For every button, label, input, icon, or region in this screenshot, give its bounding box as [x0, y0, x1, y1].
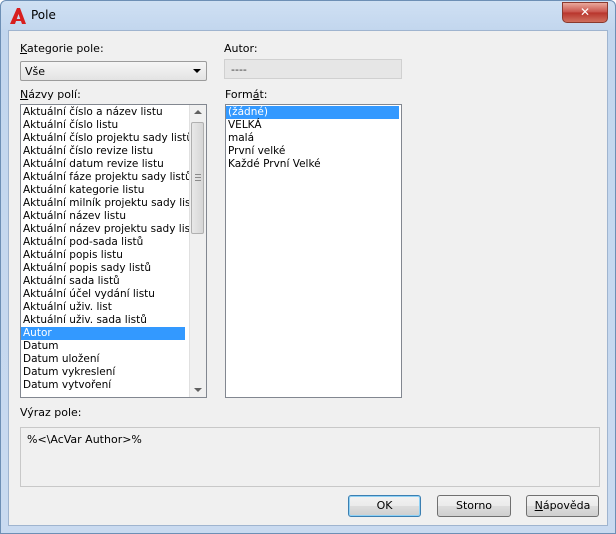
- field-name-list-item[interactable]: Aktuální popis listu: [21, 249, 185, 262]
- field-names-scrollbar[interactable]: [189, 105, 206, 397]
- field-name-list-item[interactable]: Aktuální pod-sada listů: [21, 236, 185, 249]
- field-expression-label: Výraz pole:: [20, 406, 82, 419]
- format-list-item[interactable]: První velké: [226, 145, 399, 158]
- field-name-list-item[interactable]: Datum vytvoření: [21, 379, 185, 392]
- field-name-list-item[interactable]: Datum: [21, 340, 185, 353]
- field-name-list-item[interactable]: Aktuální uživ. list: [21, 301, 185, 314]
- field-name-list-item[interactable]: Aktuální číslo a název listu: [21, 106, 185, 119]
- format-list-item[interactable]: malá: [226, 132, 399, 145]
- field-name-list-item[interactable]: Aktuální uživ. sada listů: [21, 314, 185, 327]
- category-label: Kategorie pole:: [20, 42, 104, 55]
- field-name-list-item[interactable]: Aktuální popis sady listů: [21, 262, 185, 275]
- close-icon: ✕: [579, 5, 591, 19]
- category-dropdown[interactable]: Vše: [20, 61, 207, 81]
- author-label: Autor:: [224, 42, 258, 55]
- field-name-list-item[interactable]: Datum vykreslení: [21, 366, 185, 379]
- format-list-item[interactable]: VELKÁ: [226, 119, 399, 132]
- field-name-list-item[interactable]: Autor: [21, 327, 185, 340]
- field-name-list-item[interactable]: Aktuální milník projektu sady listů: [21, 197, 201, 210]
- field-names-label: Názvy polí:: [20, 88, 81, 101]
- field-name-list-item[interactable]: Aktuální účel vydání listu: [21, 288, 185, 301]
- field-name-list-item[interactable]: Aktuální sada listů: [21, 275, 185, 288]
- format-list-item[interactable]: (žádné): [226, 106, 399, 119]
- scrollbar-thumb[interactable]: [191, 122, 204, 234]
- window-title: Pole: [31, 8, 56, 22]
- autocad-app-icon: [10, 8, 26, 24]
- ok-button[interactable]: OK: [348, 495, 421, 517]
- field-name-list-item[interactable]: Aktuální kategorie listu: [21, 184, 185, 197]
- cancel-button[interactable]: Storno: [437, 495, 511, 517]
- field-name-list-item[interactable]: Aktuální název listu: [21, 210, 185, 223]
- field-name-list-item[interactable]: Aktuální číslo revize listu: [21, 145, 185, 158]
- field-names-listbox[interactable]: Aktuální číslo a název listu Aktuální čís…: [20, 104, 207, 398]
- title-bar[interactable]: Pole ✕: [1, 1, 615, 31]
- dialog-client-area: Kategorie pole: Vše Autor: ---- Názvy po…: [8, 30, 608, 526]
- dialog-window: Pole ✕ Kategorie pole: Vše Autor: ---- N…: [0, 0, 616, 534]
- close-button[interactable]: ✕: [562, 2, 608, 23]
- scroll-down-arrow-icon[interactable]: [194, 388, 202, 392]
- author-value: ----: [231, 63, 247, 76]
- field-expression-box: %<\AcVar Author>%: [20, 427, 600, 487]
- scroll-up-arrow-icon[interactable]: [194, 110, 202, 114]
- field-name-list-item[interactable]: Aktuální název projektu sady listů: [21, 223, 201, 236]
- chevron-down-icon: [193, 69, 201, 73]
- field-expression-value: %<\AcVar Author>%: [27, 433, 142, 446]
- format-list-item[interactable]: Každé První Velké: [226, 158, 399, 171]
- field-name-list-item[interactable]: Datum uložení: [21, 353, 185, 366]
- field-name-list-item[interactable]: Aktuální číslo listu: [21, 119, 185, 132]
- field-name-list-item[interactable]: Aktuální číslo projektu sady listů: [21, 132, 193, 145]
- field-name-list-item[interactable]: Aktuální datum revize listu: [21, 158, 185, 171]
- author-value-field: ----: [224, 59, 402, 79]
- format-label: Formát:: [225, 88, 268, 101]
- format-listbox[interactable]: (žádné) VELKÁ malá První velké Každé První V…: [225, 104, 402, 398]
- category-value: Vše: [25, 65, 46, 78]
- help-button[interactable]: Nápověda: [526, 495, 599, 517]
- field-name-list-item[interactable]: Aktuální fáze projektu sady listů: [21, 171, 192, 184]
